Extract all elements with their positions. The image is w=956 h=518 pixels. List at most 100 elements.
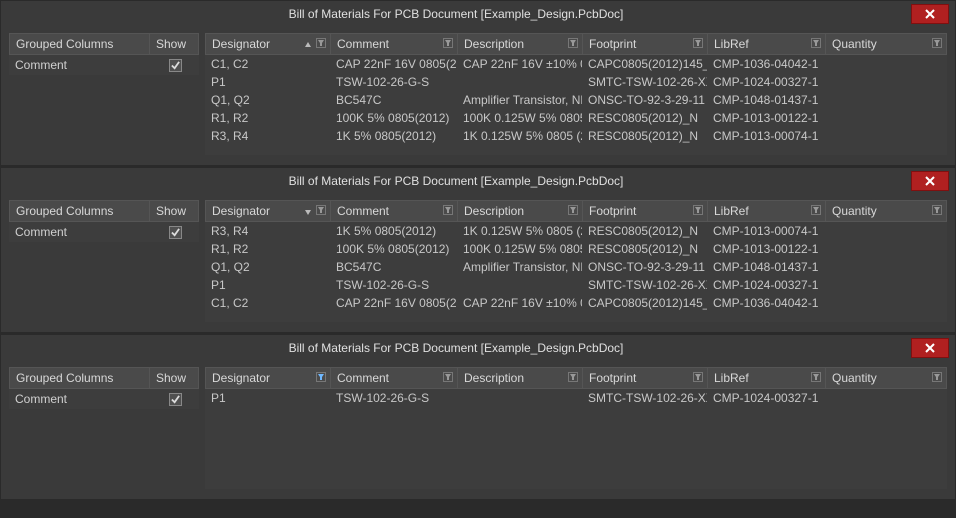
column-header-designator[interactable]: Designator bbox=[206, 34, 331, 54]
column-header-footprint[interactable]: Footprint bbox=[583, 34, 708, 54]
cell-description: Amplifier Transistor, NPI bbox=[457, 259, 582, 275]
filter-icon[interactable] bbox=[443, 205, 453, 215]
column-header-quantity[interactable]: Quantity bbox=[826, 34, 946, 54]
column-label: Footprint bbox=[589, 37, 636, 51]
grouped-row[interactable]: Comment bbox=[9, 222, 199, 242]
grouped-columns-heading[interactable]: Grouped Columns bbox=[10, 201, 150, 221]
filter-icon[interactable] bbox=[443, 38, 453, 48]
show-checkbox[interactable] bbox=[169, 393, 182, 406]
table-row[interactable]: R1, R2100K 5% 0805(2012)100K 0.125W 5% 0… bbox=[205, 240, 947, 258]
grouped-row[interactable]: Comment bbox=[9, 55, 199, 75]
close-icon bbox=[925, 176, 935, 186]
filter-icon[interactable] bbox=[568, 205, 578, 215]
column-label: Designator bbox=[212, 37, 270, 51]
show-checkbox[interactable] bbox=[169, 59, 182, 72]
grouped-show-heading[interactable]: Show bbox=[150, 201, 198, 221]
grid-body: C1, C2CAP 22nF 16V 0805(2012CAP 22nF 16V… bbox=[205, 55, 947, 155]
filter-icon[interactable] bbox=[693, 205, 703, 215]
cell-designator: Q1, Q2 bbox=[205, 92, 330, 108]
close-button[interactable] bbox=[911, 171, 949, 191]
cell-comment: TSW-102-26-G-S bbox=[330, 277, 457, 293]
grouped-header: Grouped ColumnsShow bbox=[9, 33, 199, 55]
cell-libref: CMP-1048-01437-1 bbox=[707, 259, 825, 275]
column-header-designator[interactable]: Designator bbox=[206, 368, 331, 388]
column-label: Designator bbox=[212, 204, 270, 218]
table-row[interactable]: R1, R2100K 5% 0805(2012)100K 0.125W 5% 0… bbox=[205, 109, 947, 127]
column-header-description[interactable]: Description bbox=[458, 34, 583, 54]
check-icon bbox=[171, 61, 180, 70]
filter-icon[interactable] bbox=[443, 372, 453, 382]
bom-grid: Designator Comment DescriptionFootprintLib… bbox=[205, 367, 947, 489]
grouped-item-label: Comment bbox=[9, 390, 151, 408]
column-header-footprint[interactable]: Footprint bbox=[583, 201, 708, 221]
check-icon bbox=[171, 228, 180, 237]
grouped-show-heading[interactable]: Show bbox=[150, 368, 198, 388]
close-icon bbox=[925, 343, 935, 353]
filter-icon[interactable] bbox=[811, 38, 821, 48]
cell-libref: CMP-1048-01437-1 bbox=[707, 92, 825, 108]
grouped-columns-heading[interactable]: Grouped Columns bbox=[10, 34, 150, 54]
cell-comment: BC547C bbox=[330, 259, 457, 275]
cell-libref: CMP-1013-00074-1 bbox=[707, 223, 825, 239]
cell-description bbox=[457, 81, 582, 83]
filter-icon[interactable] bbox=[568, 372, 578, 382]
grid-header: Designator CommentDescriptionFootprintLib… bbox=[205, 200, 947, 222]
column-header-quantity[interactable]: Quantity bbox=[826, 368, 946, 388]
column-header-libref[interactable]: LibRef bbox=[708, 201, 826, 221]
column-header-designator[interactable]: Designator bbox=[206, 201, 331, 221]
cell-description: 100K 0.125W 5% 0805 (2 bbox=[457, 110, 582, 126]
cell-libref: CMP-1024-00327-1 bbox=[707, 390, 825, 406]
table-row[interactable]: R3, R41K 5% 0805(2012)1K 0.125W 5% 0805 … bbox=[205, 222, 947, 240]
grouped-show-heading[interactable]: Show bbox=[150, 34, 198, 54]
cell-designator: R3, R4 bbox=[205, 128, 330, 144]
cell-footprint: SMTC-TSW-102-26-XX-S bbox=[582, 277, 707, 293]
table-row[interactable]: R3, R41K 5% 0805(2012)1K 0.125W 5% 0805 … bbox=[205, 127, 947, 145]
cell-footprint: CAPC0805(2012)145_N bbox=[582, 56, 707, 72]
table-row[interactable]: P1TSW-102-26-G-SSMTC-TSW-102-26-XX-SCMP-… bbox=[205, 73, 947, 91]
table-row[interactable]: Q1, Q2BC547CAmplifier Transistor, NPIONS… bbox=[205, 258, 947, 276]
close-icon bbox=[925, 9, 935, 19]
table-row[interactable]: Q1, Q2BC547CAmplifier Transistor, NPIONS… bbox=[205, 91, 947, 109]
panel-body: Grouped ColumnsShowCommentDesignatorComm… bbox=[1, 27, 955, 165]
column-header-description[interactable]: Description bbox=[458, 201, 583, 221]
filter-icon[interactable] bbox=[693, 372, 703, 382]
cell-libref: CMP-1024-00327-1 bbox=[707, 74, 825, 90]
table-row[interactable]: C1, C2CAP 22nF 16V 0805(2012CAP 22nF 16V… bbox=[205, 55, 947, 73]
table-row[interactable]: P1TSW-102-26-G-S SMTC-TSW-102-26-XX-SCMP-… bbox=[205, 276, 947, 294]
cell-comment: 100K 5% 0805(2012) bbox=[330, 241, 457, 257]
table-row[interactable]: P1TSW-102-26-G-SSMTC-TSW-102-26-XX-SCMP-… bbox=[205, 389, 947, 407]
cell-libref: CMP-1024-00327-1 bbox=[707, 277, 825, 293]
filter-icon[interactable] bbox=[811, 205, 821, 215]
grid-header: Designator Comment DescriptionFootprintLib… bbox=[205, 367, 947, 389]
filter-icon[interactable] bbox=[693, 38, 703, 48]
filter-icon[interactable] bbox=[568, 38, 578, 48]
show-checkbox[interactable] bbox=[169, 226, 182, 239]
close-button[interactable] bbox=[911, 4, 949, 24]
column-header-comment[interactable]: Comment bbox=[331, 368, 458, 388]
filter-icon[interactable] bbox=[316, 38, 326, 48]
column-label: Quantity bbox=[832, 371, 877, 385]
filter-icon[interactable] bbox=[932, 38, 942, 48]
column-header-comment[interactable]: Comment bbox=[331, 34, 458, 54]
grouped-columns-heading[interactable]: Grouped Columns bbox=[10, 368, 150, 388]
column-header-libref[interactable]: LibRef bbox=[708, 368, 826, 388]
filter-icon[interactable] bbox=[811, 372, 821, 382]
column-header-footprint[interactable]: Footprint bbox=[583, 368, 708, 388]
cell-footprint: SMTC-TSW-102-26-XX-S bbox=[582, 74, 707, 90]
filter-icon[interactable] bbox=[932, 372, 942, 382]
filter-icon[interactable] bbox=[316, 205, 326, 215]
table-row[interactable]: C1, C2CAP 22nF 16V 0805(2012CAP 22nF 16V… bbox=[205, 294, 947, 312]
grouped-item-label: Comment bbox=[9, 56, 151, 74]
column-label: Comment bbox=[337, 371, 389, 385]
filter-icon[interactable] bbox=[932, 205, 942, 215]
column-header-quantity[interactable]: Quantity bbox=[826, 201, 946, 221]
filter-icon[interactable] bbox=[316, 372, 326, 382]
close-button[interactable] bbox=[911, 338, 949, 358]
grouped-row[interactable]: Comment bbox=[9, 389, 199, 409]
column-header-comment[interactable]: Comment bbox=[331, 201, 458, 221]
cell-designator: P1 bbox=[205, 277, 330, 293]
column-header-description[interactable]: Description bbox=[458, 368, 583, 388]
column-header-libref[interactable]: LibRef bbox=[708, 34, 826, 54]
grouped-columns-panel: Grouped ColumnsShowComment bbox=[9, 33, 199, 155]
cell-footprint: SMTC-TSW-102-26-XX-S bbox=[582, 390, 707, 406]
